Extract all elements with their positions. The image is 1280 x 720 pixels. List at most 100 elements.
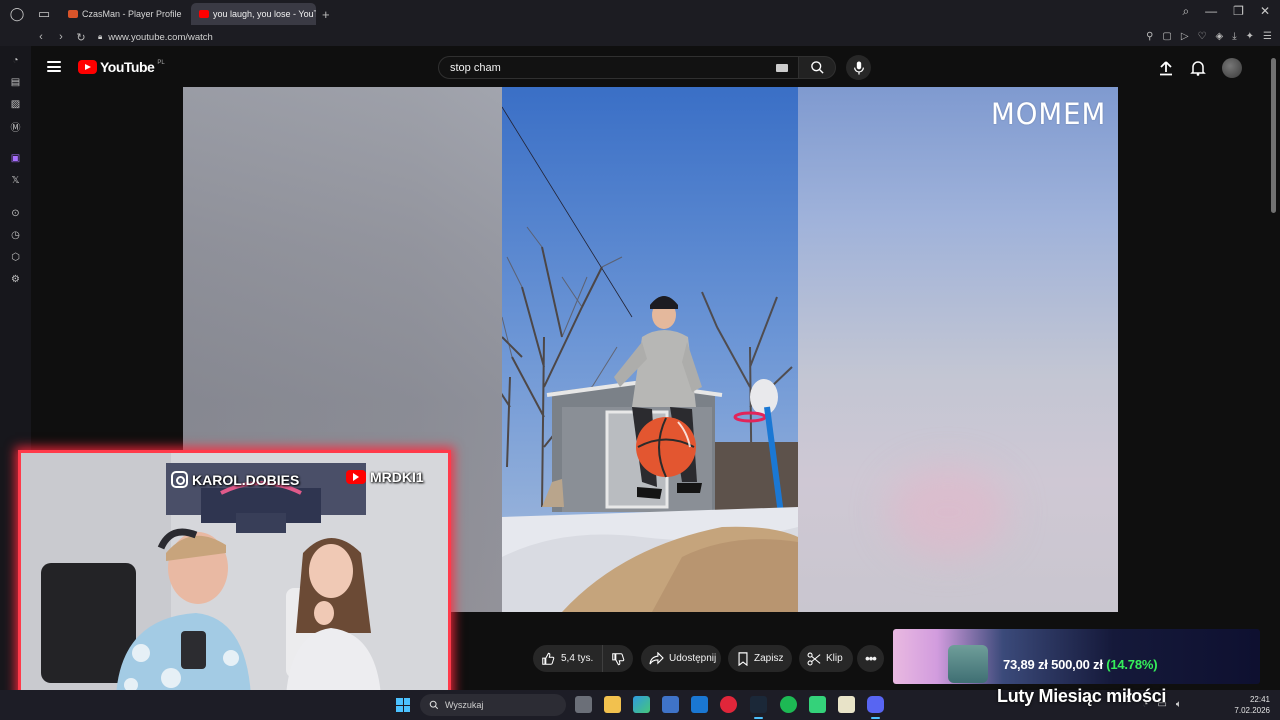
file-explorer-icon[interactable] — [604, 696, 621, 713]
pinboard-icon[interactable]: ▨ — [9, 98, 22, 111]
start-button[interactable] — [396, 698, 410, 712]
taskbar-search-icon — [429, 700, 439, 710]
bookmark-icon[interactable]: ⚲ — [1146, 31, 1153, 42]
clock[interactable]: 22:41 7.02.2026 — [1226, 694, 1270, 716]
speed-dial-icon[interactable]: ◔ — [9, 54, 22, 67]
goal-current: 73,89 zł — [1003, 657, 1048, 672]
messenger-icon[interactable]: Ⓜ — [9, 120, 22, 134]
clock-time: 22:41 — [1249, 695, 1270, 704]
instagram-icon — [171, 471, 188, 488]
scissors-icon — [807, 652, 821, 665]
ai-icon[interactable]: ✦ — [1246, 31, 1254, 42]
youtube-favicon-icon — [199, 10, 209, 18]
url-text: www.youtube.com/watch — [108, 31, 213, 43]
menu-icon[interactable] — [47, 61, 61, 72]
tab-label: you laugh, you lose - YouTube — [213, 9, 316, 19]
youtube-logo[interactable]: YouTube PL — [78, 59, 165, 75]
header-actions — [1158, 58, 1242, 78]
goal-amounts: 73,89 zł 500,00 zł (14.78%) — [1003, 657, 1158, 672]
clip-label: Klip — [826, 653, 843, 664]
extension-toolbar: ⚲ ▢ ▷ ♡ ◈ ⤓ ✦ ☰ — [1146, 31, 1272, 42]
player-icon[interactable]: ▷ — [1181, 31, 1189, 42]
store-icon[interactable] — [662, 696, 679, 713]
extensions-icon[interactable]: ◈ — [1216, 31, 1224, 42]
edge-icon[interactable] — [633, 696, 650, 713]
window-controls: ⌕ — ❐ ✕ — [1182, 4, 1270, 19]
bookmark-save-icon — [738, 651, 748, 666]
share-button[interactable]: Udostępnij — [641, 645, 721, 672]
clip-button[interactable]: Klip — [799, 645, 853, 672]
extensions-sidebar-icon[interactable]: ⬡ — [9, 251, 22, 264]
search-query: stop cham — [450, 61, 501, 74]
video-scene — [502, 87, 798, 612]
taskbar-search[interactable]: Wyszukaj — [420, 694, 566, 716]
microphone-icon — [853, 60, 864, 75]
task-view-icon[interactable] — [575, 696, 592, 713]
x-icon[interactable]: 𝕏 — [9, 174, 22, 187]
thumbs-down-icon — [612, 652, 625, 665]
like-dislike-group: 5,4 tys. — [533, 645, 633, 672]
country-code: PL — [157, 59, 165, 66]
logo-wordmark: YouTube — [100, 59, 155, 75]
restore-icon[interactable]: ❐ — [1233, 4, 1244, 19]
forward-icon[interactable]: › — [52, 31, 70, 43]
keyboard-icon[interactable] — [776, 63, 789, 72]
webcam-scene — [21, 453, 448, 696]
screen: { "browser": { "tabs": [ {"label": "Czas… — [0, 0, 1280, 720]
discord-icon[interactable] — [867, 696, 884, 719]
download-icon[interactable]: ⤓ — [1232, 31, 1236, 42]
share-label: Udostępnij — [669, 653, 717, 664]
history-icon[interactable]: ◷ — [9, 229, 22, 242]
url-field[interactable]: 🔒︎ www.youtube.com/watch — [98, 32, 213, 43]
czasman-favicon-icon — [68, 10, 78, 18]
tab-search-icon[interactable]: ⌕ — [1182, 4, 1189, 19]
workspaces-icon[interactable]: ▭ — [34, 4, 54, 24]
page-scrollbar[interactable] — [1271, 58, 1276, 213]
instagram-handle-text: KAROL.DOBIES — [192, 471, 300, 488]
app-cursor-icon[interactable] — [838, 696, 855, 713]
opera-icon[interactable] — [720, 696, 737, 713]
easy-setup-icon[interactable]: ☰ — [1263, 31, 1272, 42]
lock-icon: 🔒︎ — [98, 32, 103, 41]
reload-icon[interactable]: ↻ — [72, 31, 90, 44]
close-window-icon[interactable]: ✕ — [1260, 4, 1270, 19]
dislike-button[interactable] — [603, 645, 633, 672]
tab-youtube-video[interactable]: you laugh, you lose - YouTube — [191, 3, 316, 25]
new-tab-button[interactable]: + — [322, 7, 330, 22]
webcam-overlay: KAROL.DOBIES MRDKI1 — [18, 450, 451, 699]
goal-percent: (14.78%) — [1106, 657, 1158, 672]
heart-icon[interactable]: ♡ — [1198, 31, 1207, 42]
spotify-icon[interactable] — [780, 696, 797, 713]
minimize-icon[interactable]: — — [1205, 4, 1217, 19]
search-button[interactable] — [798, 56, 836, 79]
snapshot-icon[interactable]: ▢ — [1162, 31, 1171, 42]
notifications-bell-icon[interactable] — [1190, 60, 1206, 76]
outlook-icon[interactable] — [691, 696, 708, 713]
more-actions-button[interactable]: ••• — [857, 645, 884, 672]
wallet-icon[interactable]: ▤ — [9, 76, 22, 89]
save-button[interactable]: Zapisz — [728, 645, 792, 672]
twitch-icon[interactable]: ▣ — [9, 152, 22, 165]
volume-icon[interactable]: 🔈︎ — [1176, 699, 1182, 710]
player-sidebar-icon[interactable]: ⊙ — [9, 207, 22, 220]
browser-menu-icon[interactable]: ◯ — [7, 4, 27, 24]
tab-label: CzasMan - Player Profile — [82, 9, 182, 19]
like-count: 5,4 tys. — [561, 653, 594, 664]
video-watermark: MOMEM — [991, 97, 1107, 131]
blurred-background-right — [798, 87, 1118, 612]
save-label: Zapisz — [754, 653, 784, 664]
account-avatar[interactable] — [1222, 58, 1242, 78]
app-green-icon[interactable] — [809, 696, 826, 713]
like-button[interactable]: 5,4 tys. — [533, 645, 603, 672]
tab-player-profile[interactable]: CzasMan - Player Profile — [60, 3, 185, 25]
voice-search-button[interactable] — [846, 55, 871, 80]
settings-icon[interactable]: ⚙ — [9, 273, 22, 286]
goal-title: Luty Miesiąc miłości — [997, 686, 1167, 706]
back-icon[interactable]: ‹ — [32, 31, 50, 43]
search-input[interactable]: stop cham ✕ — [438, 56, 824, 79]
taskbar-search-placeholder: Wyszukaj — [445, 700, 484, 710]
search-icon — [810, 61, 824, 74]
steam-icon[interactable] — [750, 696, 767, 719]
upload-icon[interactable] — [1158, 60, 1174, 76]
clock-date: 7.02.2026 — [1234, 706, 1270, 715]
